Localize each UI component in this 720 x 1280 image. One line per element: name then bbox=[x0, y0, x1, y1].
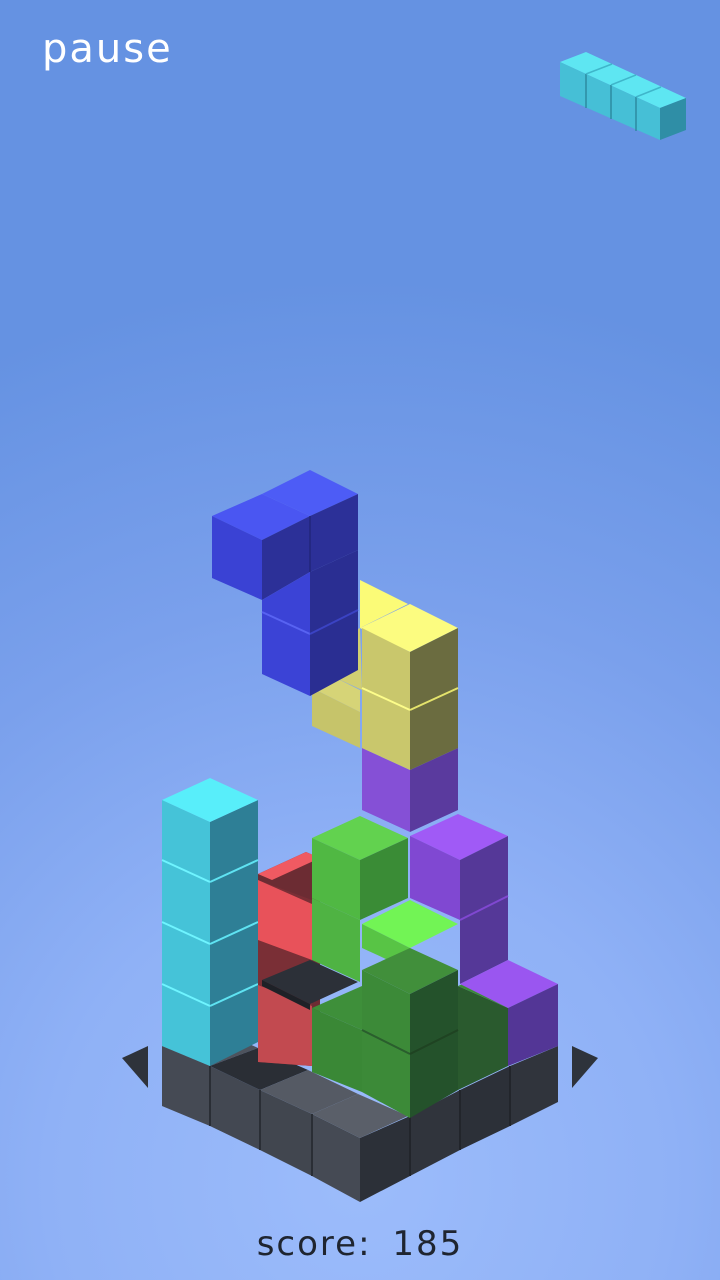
rotate-left-arrow-icon[interactable] bbox=[122, 1046, 148, 1088]
red-blocks bbox=[258, 852, 320, 1066]
next-piece-preview bbox=[560, 52, 686, 140]
score-display: score: 185 bbox=[0, 1224, 720, 1264]
game-board bbox=[122, 52, 686, 1202]
falling-blue-piece bbox=[212, 470, 359, 696]
score-value: 185 bbox=[392, 1224, 464, 1264]
rotate-right-arrow-icon[interactable] bbox=[572, 1046, 598, 1088]
score-label: score: bbox=[256, 1224, 372, 1264]
cyan-block-column bbox=[161, 778, 259, 1066]
